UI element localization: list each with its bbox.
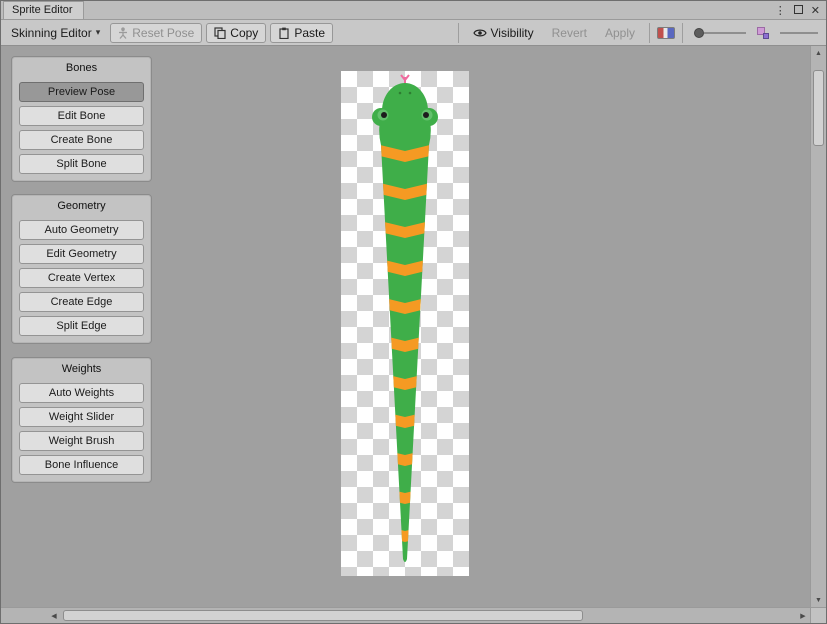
weight-brush-button[interactable]: Weight Brush xyxy=(19,431,144,451)
create-edge-button[interactable]: Create Edge xyxy=(19,292,144,312)
sprite-editor-window: Sprite Editor ⋮ ✕ Skinning Editor ▾ Rese… xyxy=(0,0,827,624)
mode-dropdown-label: Skinning Editor xyxy=(11,26,92,40)
maximize-icon[interactable] xyxy=(794,5,803,17)
tab-title: Sprite Editor xyxy=(12,4,73,16)
vertical-scroll-track[interactable] xyxy=(811,60,826,593)
scroll-down-icon[interactable]: ▼ xyxy=(811,593,826,607)
snake-sprite xyxy=(341,71,469,576)
vertical-scroll-thumb[interactable] xyxy=(813,70,824,146)
preview-pose-button[interactable]: Preview Pose xyxy=(19,82,144,102)
visibility-button[interactable]: Visibility xyxy=(466,23,541,43)
tab-sprite-editor[interactable]: Sprite Editor xyxy=(3,1,84,19)
kebab-menu-icon[interactable]: ⋮ xyxy=(775,6,786,17)
revert-label: Revert xyxy=(552,26,587,40)
visibility-label: Visibility xyxy=(491,26,534,40)
sprite-canvas[interactable]: Bones Preview Pose Edit Bone Create Bone… xyxy=(1,46,810,607)
mip-slider-track xyxy=(780,32,818,34)
horizontal-scrollbar[interactable]: ◀ ▶ xyxy=(1,608,810,623)
copy-icon xyxy=(214,27,226,39)
zoom-slider[interactable] xyxy=(694,28,746,38)
mode-dropdown[interactable]: Skinning Editor ▾ xyxy=(5,24,106,42)
panel-bones: Bones Preview Pose Edit Bone Create Bone… xyxy=(11,56,152,182)
edit-geometry-button[interactable]: Edit Geometry xyxy=(19,244,144,264)
titlebar: Sprite Editor ⋮ ✕ xyxy=(1,1,826,20)
bone-influence-button[interactable]: Bone Influence xyxy=(19,455,144,475)
vertical-scrollbar[interactable]: ▲ ▼ xyxy=(810,46,826,607)
toolbar-separator xyxy=(649,23,650,43)
toolbar-separator xyxy=(458,23,459,43)
mip-slider[interactable] xyxy=(780,32,818,34)
copy-label: Copy xyxy=(230,26,258,40)
panel-geometry-title: Geometry xyxy=(19,198,144,216)
mip-levels-icon xyxy=(757,27,769,39)
toolbar-separator xyxy=(682,23,683,43)
bottom-bar: ◀ ▶ xyxy=(1,607,826,623)
toolbar: Skinning Editor ▾ Reset Pose Copy Paste xyxy=(1,20,826,46)
scrollbar-spacer xyxy=(1,608,47,623)
rgb-toggle-button[interactable] xyxy=(657,27,675,39)
copy-button[interactable]: Copy xyxy=(206,23,266,43)
reset-pose-label: Reset Pose xyxy=(132,26,194,40)
reset-pose-button[interactable]: Reset Pose xyxy=(110,23,202,43)
scrollbar-corner xyxy=(810,608,826,623)
panel-weights: Weights Auto Weights Weight Slider Weigh… xyxy=(11,357,152,483)
create-vertex-button[interactable]: Create Vertex xyxy=(19,268,144,288)
horizontal-scroll-track[interactable] xyxy=(61,608,796,623)
paste-button[interactable]: Paste xyxy=(270,23,333,43)
weight-slider-button[interactable]: Weight Slider xyxy=(19,407,144,427)
eye-icon xyxy=(473,28,487,38)
revert-button[interactable]: Revert xyxy=(545,23,594,43)
paste-label: Paste xyxy=(294,26,325,40)
content: Bones Preview Pose Edit Bone Create Bone… xyxy=(1,46,826,607)
chevron-down-icon: ▾ xyxy=(96,27,101,38)
panel-bones-title: Bones xyxy=(19,60,144,78)
panel-weights-title: Weights xyxy=(19,361,144,379)
auto-geometry-button[interactable]: Auto Geometry xyxy=(19,220,144,240)
split-bone-button[interactable]: Split Bone xyxy=(19,154,144,174)
titlebar-icons: ⋮ ✕ xyxy=(775,5,826,19)
scroll-right-icon[interactable]: ▶ xyxy=(796,608,810,623)
scroll-left-icon[interactable]: ◀ xyxy=(47,608,61,623)
auto-weights-button[interactable]: Auto Weights xyxy=(19,383,144,403)
paste-icon xyxy=(278,27,290,39)
scroll-up-icon[interactable]: ▲ xyxy=(811,46,826,60)
person-icon xyxy=(118,27,128,39)
split-edge-button[interactable]: Split Edge xyxy=(19,316,144,336)
edit-bone-button[interactable]: Edit Bone xyxy=(19,106,144,126)
zoom-slider-track xyxy=(704,32,746,34)
close-icon[interactable]: ✕ xyxy=(811,6,820,17)
create-bone-button[interactable]: Create Bone xyxy=(19,130,144,150)
panel-geometry: Geometry Auto Geometry Edit Geometry Cre… xyxy=(11,194,152,344)
horizontal-scroll-thumb[interactable] xyxy=(63,610,583,621)
apply-button[interactable]: Apply xyxy=(598,23,642,43)
zoom-slider-knob[interactable] xyxy=(694,28,704,38)
sprite-transparency-area[interactable] xyxy=(341,71,469,576)
apply-label: Apply xyxy=(605,26,635,40)
